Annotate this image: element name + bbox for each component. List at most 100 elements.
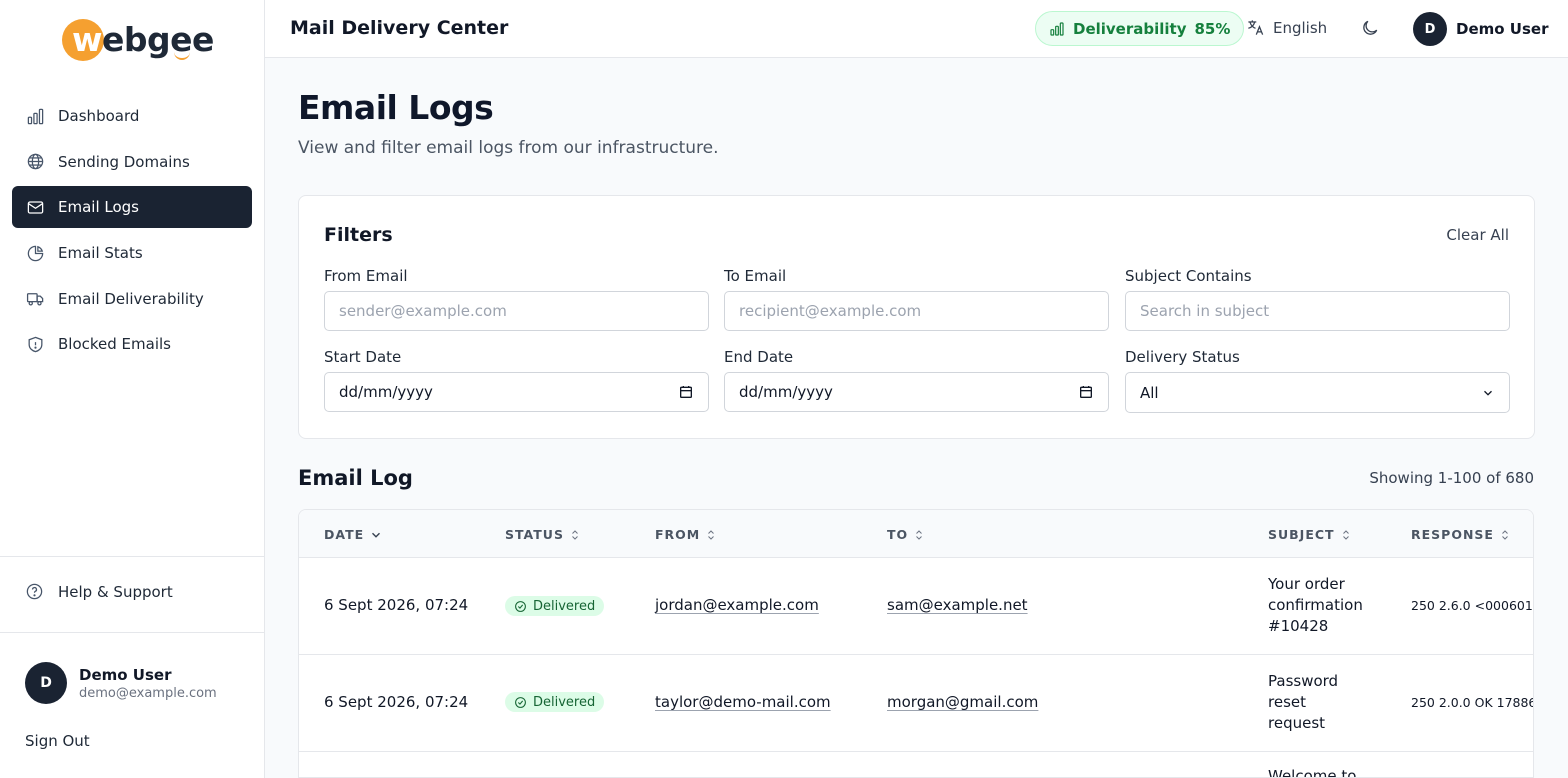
truck-icon bbox=[25, 289, 45, 309]
status-badge: Delivered bbox=[505, 596, 605, 616]
logo-text: webgee bbox=[72, 20, 214, 59]
to-email-label: To Email bbox=[724, 267, 787, 285]
profile-email: demo@example.com bbox=[79, 685, 217, 701]
from-email-label: From Email bbox=[324, 267, 408, 285]
avatar: D bbox=[1413, 12, 1447, 46]
deliverability-badge[interactable]: Deliverability 85% bbox=[1035, 11, 1245, 46]
app-title: Mail Delivery Center bbox=[290, 17, 509, 39]
filters-title: Filters bbox=[324, 224, 393, 246]
table-row[interactable]: 6 Sept 2026, 07:24 Delivered jordan@exam… bbox=[299, 558, 1533, 655]
webgee-logo[interactable]: webgee bbox=[62, 18, 214, 64]
page-title: Email Logs bbox=[298, 88, 494, 127]
table-row[interactable]: Welcome to bbox=[299, 752, 1533, 778]
delivery-status-label: Delivery Status bbox=[1125, 348, 1240, 366]
end-date-label: End Date bbox=[724, 348, 794, 366]
help-label: Help & Support bbox=[58, 583, 173, 601]
sidebar-item-label: Blocked Emails bbox=[58, 335, 171, 354]
check-circle-icon bbox=[514, 696, 527, 709]
end-date-group: End Date dd/mm/yyyy bbox=[724, 348, 1109, 412]
globe-icon bbox=[25, 152, 45, 172]
sort-icon bbox=[569, 528, 581, 542]
sidebar-item-label: Dashboard bbox=[58, 107, 140, 125]
subject-label: Subject Contains bbox=[1125, 267, 1252, 285]
sidebar: webgee Dashboard Sending Domains Email L… bbox=[0, 0, 265, 778]
top-header: Mail Delivery Center Deliverability 85% … bbox=[265, 0, 1568, 58]
column-header-response[interactable]: RESPONSE bbox=[1411, 527, 1511, 542]
cell-to[interactable]: morgan@gmail.com bbox=[887, 693, 1038, 711]
sort-icon bbox=[1499, 528, 1511, 542]
subject-input[interactable]: Search in subject bbox=[1125, 291, 1510, 331]
from-email-input[interactable]: sender@example.com bbox=[324, 291, 709, 331]
header-user-menu[interactable]: D Demo User bbox=[1413, 12, 1548, 46]
delivery-status-group: Delivery Status All bbox=[1125, 348, 1510, 413]
sort-icon bbox=[1340, 528, 1352, 542]
sidebar-item-label: Email Stats bbox=[58, 244, 143, 263]
sidebar-profile[interactable]: D Demo User demo@example.com bbox=[25, 662, 217, 704]
from-email-group: From Email sender@example.com bbox=[324, 267, 709, 331]
delivery-status-select[interactable]: All bbox=[1125, 372, 1510, 413]
sidebar-item-sending-domains[interactable]: Sending Domains bbox=[12, 141, 252, 183]
chevron-down-icon bbox=[369, 528, 383, 542]
cell-to[interactable]: sam@example.net bbox=[887, 596, 1028, 614]
language-label: English bbox=[1273, 18, 1328, 37]
deliverability-value: 85% bbox=[1194, 19, 1231, 38]
sort-icon bbox=[705, 528, 717, 542]
sidebar-item-email-stats[interactable]: Email Stats bbox=[12, 232, 252, 274]
sort-icon bbox=[913, 528, 925, 542]
cell-from[interactable]: taylor@demo-mail.com bbox=[655, 693, 831, 711]
help-support-link[interactable]: Help & Support bbox=[25, 582, 173, 602]
email-log-table: DATE STATUS FROM TO SUBJECT RESPONSE 6 S… bbox=[298, 509, 1534, 778]
sidebar-item-label: Email Deliverability bbox=[58, 289, 204, 308]
sidebar-item-label: Email Logs bbox=[58, 198, 139, 217]
header-user-name: Demo User bbox=[1456, 20, 1549, 38]
sidebar-item-label: Sending Domains bbox=[58, 152, 190, 171]
clear-all-button[interactable]: Clear All bbox=[1446, 226, 1509, 244]
column-header-subject[interactable]: SUBJECT bbox=[1268, 527, 1352, 542]
mail-icon bbox=[25, 197, 45, 217]
pie-chart-icon bbox=[25, 243, 45, 263]
deliverability-label: Deliverability bbox=[1073, 19, 1187, 38]
table-header: DATE STATUS FROM TO SUBJECT RESPONSE bbox=[299, 510, 1533, 558]
column-header-date[interactable]: DATE bbox=[324, 527, 383, 542]
cell-response: 250 2.6.0 <000601dd bbox=[1411, 598, 1533, 613]
profile-name: Demo User bbox=[79, 665, 172, 684]
start-date-group: Start Date dd/mm/yyyy bbox=[324, 348, 709, 412]
sidebar-nav: Dashboard Sending Domains Email Logs Ema… bbox=[12, 95, 252, 369]
cell-date: 6 Sept 2026, 07:24 bbox=[324, 596, 469, 614]
cell-subject: Your order confirmation #10428 bbox=[1268, 575, 1363, 635]
moon-icon[interactable] bbox=[1360, 18, 1382, 40]
sidebar-item-blocked-emails[interactable]: Blocked Emails bbox=[12, 323, 252, 365]
cell-subject: Welcome to bbox=[1268, 767, 1357, 778]
language-selector[interactable]: English bbox=[1246, 18, 1327, 37]
check-circle-icon bbox=[514, 600, 527, 613]
help-circle-icon bbox=[25, 582, 45, 602]
bar-chart-icon bbox=[1049, 21, 1065, 37]
page-subtitle: View and filter email logs from our infr… bbox=[298, 138, 719, 158]
email-log-title: Email Log bbox=[298, 466, 413, 490]
cell-subject: Password reset request bbox=[1268, 672, 1339, 732]
column-header-from[interactable]: FROM bbox=[655, 527, 717, 542]
results-count: Showing 1-100 of 680 bbox=[1369, 469, 1534, 487]
chevron-down-icon bbox=[1481, 386, 1495, 400]
calendar-icon[interactable] bbox=[678, 384, 694, 400]
sidebar-divider bbox=[0, 632, 264, 633]
filters-panel: Filters Clear All From Email sender@exam… bbox=[298, 195, 1535, 439]
cell-date: 6 Sept 2026, 07:24 bbox=[324, 693, 469, 711]
sidebar-item-email-logs[interactable]: Email Logs bbox=[12, 186, 252, 229]
sidebar-item-email-deliverability[interactable]: Email Deliverability bbox=[12, 278, 252, 320]
end-date-input[interactable]: dd/mm/yyyy bbox=[724, 372, 1109, 412]
column-header-status[interactable]: STATUS bbox=[505, 527, 581, 542]
sign-out-link[interactable]: Sign Out bbox=[25, 732, 90, 750]
table-row[interactable]: 6 Sept 2026, 07:24 Delivered taylor@demo… bbox=[299, 655, 1533, 752]
calendar-icon[interactable] bbox=[1078, 384, 1094, 400]
avatar: D bbox=[25, 662, 67, 704]
cell-from[interactable]: jordan@example.com bbox=[655, 596, 819, 614]
sidebar-item-dashboard[interactable]: Dashboard bbox=[12, 95, 252, 137]
shield-icon bbox=[25, 334, 45, 354]
bar-chart-icon bbox=[25, 106, 45, 126]
start-date-input[interactable]: dd/mm/yyyy bbox=[324, 372, 709, 412]
translate-icon bbox=[1246, 18, 1265, 37]
cell-response: 250 2.0.0 OK 178869 bbox=[1411, 695, 1534, 710]
column-header-to[interactable]: TO bbox=[887, 527, 925, 542]
to-email-input[interactable]: recipient@example.com bbox=[724, 291, 1109, 331]
